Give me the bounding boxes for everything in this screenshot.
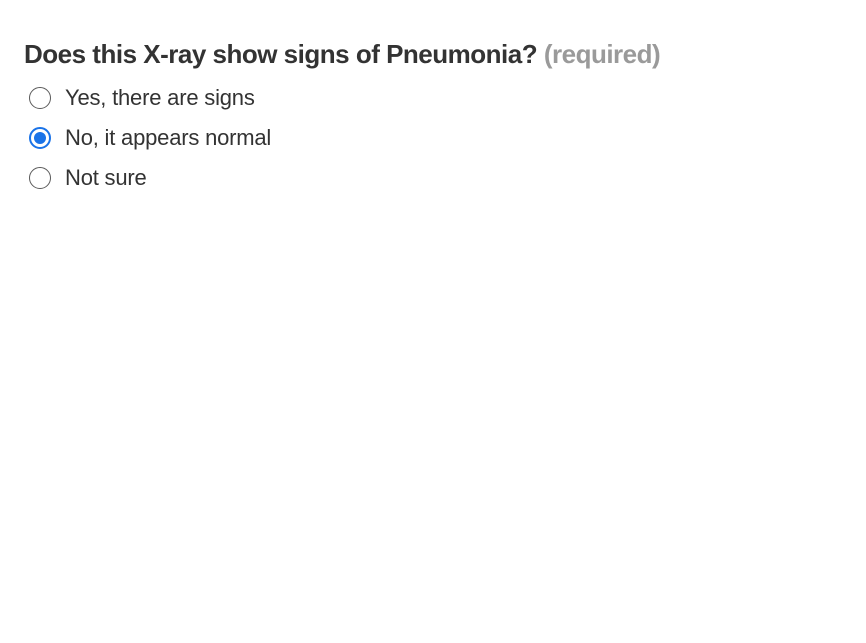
question-title: Does this X-ray show signs of Pneumonia?… xyxy=(24,30,844,78)
question-text: Does this X-ray show signs of Pneumonia? xyxy=(24,39,538,69)
option-yes[interactable]: Yes, there are signs xyxy=(24,78,844,118)
required-indicator: (required) xyxy=(543,39,661,69)
option-no-label: No, it appears normal xyxy=(65,125,272,150)
option-no[interactable]: No, it appears normal xyxy=(24,118,844,158)
radio-no[interactable] xyxy=(29,127,51,149)
radio-not-sure[interactable] xyxy=(29,167,51,189)
option-not-sure[interactable]: Not sure xyxy=(24,158,844,198)
option-yes-label: Yes, there are signs xyxy=(65,85,255,110)
radio-group: Yes, there are signs No, it appears norm… xyxy=(24,78,844,198)
question-block: Does this X-ray show signs of Pneumonia?… xyxy=(24,30,844,198)
option-not-sure-label: Not sure xyxy=(65,165,147,190)
radio-yes[interactable] xyxy=(29,87,51,109)
